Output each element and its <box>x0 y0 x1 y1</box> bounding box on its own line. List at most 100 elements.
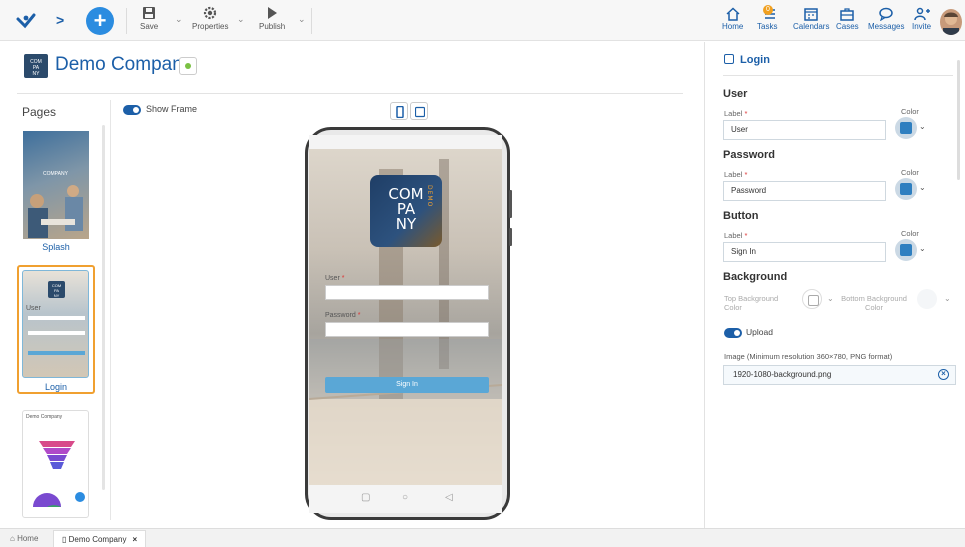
page-label-login[interactable]: Login <box>23 382 89 392</box>
image-field-label: Image (Minimum resolution 360×780, PNG f… <box>724 352 893 361</box>
background-section-title: Background <box>723 271 788 283</box>
page-thumb-login[interactable]: COM PA NY User <box>22 270 89 378</box>
user-label-text: User <box>325 275 340 282</box>
user-input[interactable] <box>325 285 489 300</box>
header-divider <box>17 93 683 94</box>
show-frame-toggle[interactable] <box>123 105 141 115</box>
publish-dropdown-chevron-icon[interactable]: ⌄ <box>298 14 306 25</box>
properties-divider <box>723 75 953 76</box>
publish-label: Publish <box>259 22 286 31</box>
add-user-icon <box>913 7 930 21</box>
pages-divider <box>110 100 111 520</box>
expand-chevron-icon[interactable]: > <box>56 12 64 28</box>
upload-toggle[interactable] <box>724 328 742 338</box>
page-thumb-dashboard[interactable]: Demo Company <box>22 410 89 518</box>
demo-company-tab-label: Demo Company <box>68 535 127 544</box>
required-mark: * <box>341 275 345 282</box>
top-bg-label-line: Color <box>724 303 742 312</box>
app-logo-line: NY <box>395 215 417 233</box>
image-file-field[interactable]: 1920-1080-background.png <box>723 365 956 385</box>
password-color-chevron-icon[interactable]: ⌄ <box>919 183 926 192</box>
user-field-label: User * <box>325 275 344 282</box>
back-icon: ◁ <box>445 492 453 503</box>
home-icon <box>726 7 740 21</box>
clear-image-icon[interactable]: × <box>938 369 949 380</box>
password-input[interactable] <box>325 322 489 337</box>
bottom-background-color-picker[interactable] <box>917 289 937 309</box>
user-label-input[interactable]: User <box>723 120 886 140</box>
button-color-picker[interactable] <box>895 239 917 261</box>
pages-scrollbar[interactable] <box>102 125 105 490</box>
top-background-color-picker[interactable] <box>802 289 822 309</box>
cases-nav-label: Cases <box>836 22 859 31</box>
toolbar-divider <box>126 8 127 34</box>
company-name: Demo Company <box>55 54 193 75</box>
button-color-chevron-icon[interactable]: ⌄ <box>919 244 926 253</box>
splash-photo-icon <box>28 185 83 238</box>
home-circle-icon: ○ <box>402 492 409 503</box>
top-toolbar: > + Save ⌄ Properties ⌄ Publish ⌄ Home 0… <box>0 0 965 41</box>
status-indicator[interactable] <box>179 57 197 75</box>
document-icon: ▯ <box>62 535 67 544</box>
app-logo-side-text: DEMO <box>426 185 433 208</box>
save-label: Save <box>140 22 159 31</box>
save-button[interactable]: Save <box>140 6 158 31</box>
properties-title-text: Login <box>740 54 770 66</box>
toolbar-divider <box>311 8 312 34</box>
password-section-title: Password <box>723 149 775 161</box>
splash-thumb-text: COMPANY <box>43 171 68 177</box>
user-label-caption: Label * <box>724 109 747 118</box>
phone-icon <box>396 106 404 118</box>
close-tab-icon[interactable]: × <box>132 535 137 544</box>
gear-icon <box>204 6 217 20</box>
login-thumb-user: User <box>26 305 41 312</box>
top-bg-label-line: Top Background <box>724 294 779 303</box>
button-label-input[interactable]: Sign In <box>723 242 886 262</box>
show-frame-label: Show Frame <box>146 104 198 114</box>
tablet-view-button[interactable] <box>410 102 428 120</box>
home-nav-button[interactable]: Home <box>722 7 743 31</box>
label-caption-text: Label <box>724 109 743 118</box>
bottom-bg-label-line: Bottom Background <box>841 294 907 303</box>
properties-button[interactable]: Properties <box>192 6 228 31</box>
avatar-face-icon <box>943 12 959 35</box>
page-label-splash[interactable]: Splash <box>23 242 89 252</box>
sign-in-button[interactable]: Sign In <box>325 377 489 393</box>
properties-scrollbar[interactable] <box>957 60 960 180</box>
home-tab-label: Home <box>17 534 39 543</box>
button-section-title: Button <box>723 210 759 222</box>
bottom-bg-chevron-icon[interactable]: ⌄ <box>944 294 951 303</box>
demo-company-tab[interactable]: ▯ Demo Company × <box>53 530 147 547</box>
messages-nav-label: Messages <box>868 22 905 31</box>
password-field-label: Password * <box>325 312 360 319</box>
phone-status-bar <box>309 135 502 149</box>
properties-title: Login <box>724 54 770 66</box>
password-label-input[interactable]: Password <box>723 181 886 201</box>
phone-view-button[interactable] <box>390 102 408 120</box>
save-dropdown-chevron-icon[interactable]: ⌄ <box>175 14 183 25</box>
user-avatar[interactable] <box>940 9 962 35</box>
cases-nav-button[interactable]: Cases <box>836 7 859 31</box>
invite-nav-button[interactable]: Invite <box>912 7 931 31</box>
user-color-picker[interactable] <box>895 117 917 139</box>
required-mark: * <box>744 170 748 179</box>
funnel-chart-icon <box>33 441 85 507</box>
app-logo-icon[interactable] <box>14 9 38 33</box>
company-logo: COM PA NY <box>24 54 48 78</box>
required-mark: * <box>744 109 748 118</box>
chat-bubble-icon <box>879 7 893 21</box>
user-color-chevron-icon[interactable]: ⌄ <box>919 122 926 131</box>
password-color-picker[interactable] <box>895 178 917 200</box>
publish-button[interactable]: Publish <box>259 6 285 31</box>
page-thumb-splash[interactable]: COMPANY <box>23 131 89 239</box>
messages-nav-button[interactable]: Messages <box>868 7 904 31</box>
tasks-nav-button[interactable]: 0 Tasks <box>757 5 777 31</box>
properties-dropdown-chevron-icon[interactable]: ⌄ <box>237 14 245 25</box>
top-bg-chevron-icon[interactable]: ⌄ <box>827 294 834 303</box>
briefcase-icon <box>840 8 855 21</box>
home-tab[interactable]: ⌂ Home <box>10 534 38 543</box>
label-caption-text: Label <box>724 231 743 240</box>
add-button[interactable]: + <box>86 7 114 35</box>
calendars-nav-button[interactable]: Calendars <box>793 7 829 31</box>
pages-title: Pages <box>22 105 57 119</box>
